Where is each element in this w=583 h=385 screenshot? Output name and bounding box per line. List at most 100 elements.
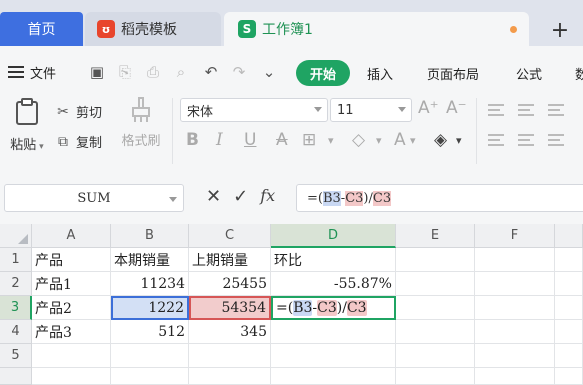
cell-g6[interactable] — [555, 368, 583, 385]
copy-button[interactable]: ⧉ 复制 — [54, 132, 102, 152]
cell-d5[interactable] — [271, 344, 396, 368]
cell-f4[interactable] — [475, 320, 555, 344]
cell-a2[interactable]: 产品1 — [32, 272, 111, 296]
italic-icon[interactable]: I — [216, 130, 223, 150]
cell-b4[interactable]: 512 — [111, 320, 189, 344]
cut-button[interactable]: ✂ 剪切 — [54, 102, 102, 122]
cell-b2[interactable]: 11234 — [111, 272, 189, 296]
row-header-4[interactable]: 4 — [0, 320, 32, 344]
align-left-icon[interactable] — [488, 134, 504, 146]
print-preview-icon[interactable]: ⌕ — [172, 63, 190, 81]
clear-format-icon[interactable]: ◈ — [434, 130, 447, 150]
cell-e5[interactable] — [396, 344, 475, 368]
font-color-icon[interactable]: A — [394, 130, 406, 150]
font-size-select[interactable]: 11 — [330, 98, 412, 122]
cell-g1[interactable] — [555, 248, 583, 272]
cell-d1[interactable]: 环比 — [271, 248, 396, 272]
dropdown-arrow-icon[interactable]: ▾ — [456, 134, 462, 147]
cell-c1[interactable]: 上期销量 — [189, 248, 271, 272]
quick-access-more-icon[interactable]: ⌄ — [260, 63, 278, 81]
tab-workbook[interactable]: S 工作簿1 — [224, 12, 529, 46]
menu-data[interactable]: 数 — [575, 64, 583, 83]
cell-a1[interactable]: 产品 — [32, 248, 111, 272]
underline-icon[interactable]: U — [244, 130, 256, 150]
format-painter-button[interactable]: 格式刷 — [116, 96, 166, 149]
align-top-icon[interactable] — [488, 104, 504, 116]
new-tab-button[interactable]: + — [540, 16, 580, 44]
cell-d4[interactable] — [271, 320, 396, 344]
undo-icon[interactable]: ↶ — [202, 63, 220, 81]
font-name-select[interactable]: 宋体 — [180, 98, 328, 122]
cell-a3[interactable]: 产品2 — [32, 296, 111, 320]
cell-f6[interactable] — [475, 368, 555, 385]
redo-icon[interactable]: ↷ — [230, 63, 248, 81]
dropdown-arrow-icon[interactable]: ▾ — [328, 134, 334, 147]
strikethrough-icon[interactable]: A — [276, 130, 288, 150]
border-icon[interactable]: ⊞ — [302, 130, 316, 150]
increase-font-icon[interactable]: A⁺ — [418, 98, 439, 118]
cell-f1[interactable] — [475, 248, 555, 272]
column-header-b[interactable]: B — [111, 224, 189, 248]
row-header-6[interactable] — [0, 368, 32, 385]
tab-template[interactable]: ʊ 稻壳模板 — [85, 12, 221, 46]
cell-f2[interactable] — [475, 272, 555, 296]
cell-c3[interactable]: 54354 — [189, 296, 271, 320]
cell-e3[interactable] — [396, 296, 475, 320]
menu-insert[interactable]: 插入 — [367, 64, 393, 83]
cell-e2[interactable] — [396, 272, 475, 296]
cancel-icon[interactable]: ✕ — [206, 186, 221, 207]
cell-c6[interactable] — [189, 368, 271, 385]
column-header-c[interactable]: C — [189, 224, 271, 248]
cell-e1[interactable] — [396, 248, 475, 272]
decrease-font-icon[interactable]: A⁻ — [446, 98, 467, 118]
export-pdf-icon[interactable]: ⎘ — [116, 63, 134, 81]
confirm-icon[interactable]: ✓ — [233, 186, 248, 207]
align-center-icon[interactable] — [518, 134, 534, 146]
cell-d6[interactable] — [271, 368, 396, 385]
file-menu[interactable]: 文件 — [8, 63, 56, 82]
cell-e4[interactable] — [396, 320, 475, 344]
column-header-a[interactable]: A — [32, 224, 111, 248]
bold-icon[interactable]: B — [186, 130, 199, 150]
paste-button[interactable]: 粘贴 ▾ — [6, 98, 48, 153]
cell-f5[interactable] — [475, 344, 555, 368]
column-header-e[interactable]: E — [396, 224, 475, 248]
tab-home[interactable]: 首页 — [0, 12, 83, 46]
cell-b6[interactable] — [111, 368, 189, 385]
align-right-icon[interactable] — [548, 134, 564, 146]
row-header-2[interactable]: 2 — [0, 272, 32, 296]
column-header-d[interactable]: D — [271, 224, 396, 248]
cell-g2[interactable] — [555, 272, 583, 296]
menu-page-layout[interactable]: 页面布局 — [427, 64, 479, 83]
menu-formula[interactable]: 公式 — [516, 64, 542, 83]
column-header-f[interactable]: F — [475, 224, 555, 248]
align-middle-icon[interactable] — [518, 104, 534, 116]
dropdown-arrow-icon[interactable]: ▾ — [410, 134, 416, 147]
print-icon[interactable]: ⎙ — [144, 63, 162, 81]
cell-g5[interactable] — [555, 344, 583, 368]
cell-a5[interactable] — [32, 344, 111, 368]
cell-a4[interactable]: 产品3 — [32, 320, 111, 344]
cell-g4[interactable] — [555, 320, 583, 344]
cell-f3[interactable] — [475, 296, 555, 320]
row-header-3[interactable]: 3 — [0, 296, 32, 320]
cell-b1[interactable]: 本期销量 — [111, 248, 189, 272]
cell-b3[interactable]: 1222 — [111, 296, 189, 320]
save-icon[interactable]: ▣ — [88, 63, 106, 81]
align-bottom-icon[interactable] — [548, 104, 564, 116]
insert-function-icon[interactable]: fx — [260, 186, 275, 207]
select-all-corner[interactable] — [0, 224, 32, 248]
cell-d3-editing[interactable]: =(B3- C3)/C3 — [271, 296, 396, 320]
cell-g3[interactable] — [555, 296, 583, 320]
column-header-g[interactable] — [555, 224, 583, 248]
cell-e6[interactable] — [396, 368, 475, 385]
cell-b5[interactable] — [111, 344, 189, 368]
cell-a6[interactable] — [32, 368, 111, 385]
fill-color-icon[interactable]: ◇ — [352, 130, 365, 150]
row-header-1[interactable]: 1 — [0, 248, 32, 272]
cell-d2[interactable]: -55.87% — [271, 272, 396, 296]
name-box[interactable]: SUM — [4, 184, 184, 212]
menu-start[interactable]: 开始 — [296, 60, 350, 86]
dropdown-arrow-icon[interactable]: ▾ — [376, 134, 382, 147]
cell-c5[interactable] — [189, 344, 271, 368]
